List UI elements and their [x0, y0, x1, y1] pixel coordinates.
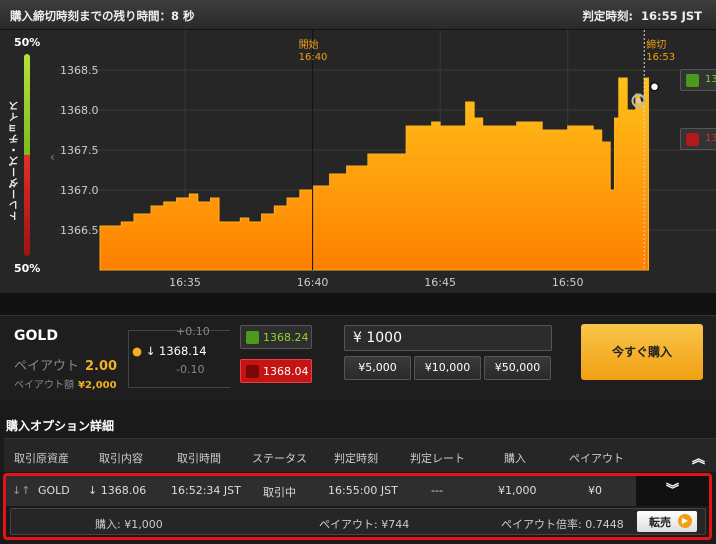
traders-choice: 50% トレーダーズ・チョイス 50%: [6, 30, 50, 293]
x-tick-label: 16:35: [169, 276, 201, 289]
sentiment-low-fill: [24, 155, 30, 256]
high-price-tag[interactable]: 1368.24: [680, 69, 716, 91]
high-percent: 50%: [14, 36, 41, 49]
start-marker-time: 16:40: [299, 52, 328, 63]
payout-label: ペイアウト: [14, 359, 80, 374]
arrow-down-icon: [686, 133, 699, 146]
x-tick-label: 16:50: [552, 276, 584, 289]
collapse-all-icon[interactable]: ︽: [692, 448, 705, 467]
deadline-marker-time: 16:53: [646, 52, 675, 63]
arrow-up-icon: [246, 331, 259, 344]
col-purchase: 購入: [504, 452, 526, 465]
low-button-price: 1368.04: [263, 365, 309, 378]
start-marker-label: 開始: [299, 38, 319, 51]
highlight-frame: [3, 473, 712, 540]
strike-current: ● ↓ 1368.14: [132, 344, 207, 358]
payout-amount-row: ペイアウト額 ¥2,000: [14, 376, 117, 391]
high-button[interactable]: 1368.24: [240, 325, 312, 349]
y-tick-label: 1368.0: [60, 104, 99, 117]
x-tick-label: 16:45: [424, 276, 456, 289]
entry-point-dot: [635, 98, 641, 104]
col-content: 取引内容: [99, 452, 143, 465]
arrow-down-icon: [246, 365, 259, 378]
chart-footer-strip: [0, 293, 716, 315]
countdown-text: 購入締切時刻までの残り時間：8 秒: [10, 9, 195, 23]
sentiment-high-fill: [24, 54, 30, 155]
chevron-left-icon[interactable]: ‹: [50, 150, 55, 164]
y-tick-label: 1367.5: [60, 144, 99, 157]
strike-plus: +0.10: [176, 325, 210, 338]
sentiment-bar: [24, 54, 30, 256]
judgement-time: 判定時刻: 16:55 JST: [582, 8, 702, 24]
judgement-value: 16:55 JST: [640, 9, 702, 23]
col-payout: ペイアウト: [569, 452, 624, 465]
price-chart-area: 1368.5 1368.0 1367.5 1367.0 1366.5 16:35 16:40…: [0, 30, 716, 293]
low-price-tag[interactable]: 1368.04: [680, 128, 716, 150]
col-asset: 取引原資産: [14, 452, 69, 465]
y-tick-label: 1367.0: [60, 184, 99, 197]
strike-minus: -0.10: [176, 363, 205, 376]
col-judgement: 判定時刻: [334, 452, 378, 465]
x-tick-label: 16:40: [297, 276, 329, 289]
low-percent: 50%: [14, 262, 41, 275]
strike-bracket: [128, 330, 230, 388]
col-rate: 判定レート: [410, 452, 465, 465]
preset-10000-button[interactable]: ¥10,000: [414, 356, 481, 380]
sentiment-label: トレーダーズ・チョイス: [10, 100, 21, 221]
col-time: 取引時間: [177, 452, 221, 465]
amount-input[interactable]: ¥ 1000: [344, 325, 552, 351]
buy-now-button[interactable]: 今すぐ購入: [581, 324, 703, 380]
high-tag-value: 1368.24: [705, 74, 716, 85]
arrow-down-small-icon: ↓: [145, 344, 156, 358]
low-tag-value: 1368.04: [705, 133, 716, 144]
current-point-marker: [649, 82, 660, 92]
details-title: 購入オプション詳細: [6, 419, 115, 433]
payout-value: 2.00: [85, 359, 118, 374]
preset-50000-button[interactable]: ¥50,000: [484, 356, 551, 380]
col-status: ステータス: [252, 452, 307, 465]
details-table-header: 取引原資産 取引内容 取引時間 ステータス 判定時刻 判定レート 購入 ペイアウ…: [4, 438, 716, 472]
top-bar: 購入締切時刻までの残り時間：8 秒 判定時刻: 16:55 JST: [0, 0, 716, 30]
arrow-up-icon: [686, 74, 699, 87]
preset-5000-button[interactable]: ¥5,000: [344, 356, 411, 380]
y-tick-label: 1366.5: [60, 224, 99, 237]
judgement-label: 判定時刻:: [582, 9, 633, 23]
payout-amount-value: ¥2,000: [78, 380, 117, 391]
high-button-price: 1368.24: [263, 331, 309, 344]
low-button[interactable]: 1368.04: [240, 359, 312, 383]
trade-panel: GOLD ペイアウト 2.00 ペイアウト額 ¥2,000 +0.10 ● ↓ 13…: [0, 315, 716, 400]
strike-dot-icon: ●: [132, 344, 143, 358]
price-chart: 1368.5 1368.0 1367.5 1367.0 1366.5 16:35 16:40…: [58, 30, 716, 289]
strike-value: 1368.14: [159, 344, 207, 358]
payout-amount-label: ペイアウト額: [14, 380, 74, 391]
deadline-marker-label: 締切: [646, 38, 666, 51]
payout-row: ペイアウト 2.00: [14, 355, 117, 374]
asset-name: GOLD: [14, 328, 58, 344]
y-tick-label: 1368.5: [60, 64, 99, 77]
